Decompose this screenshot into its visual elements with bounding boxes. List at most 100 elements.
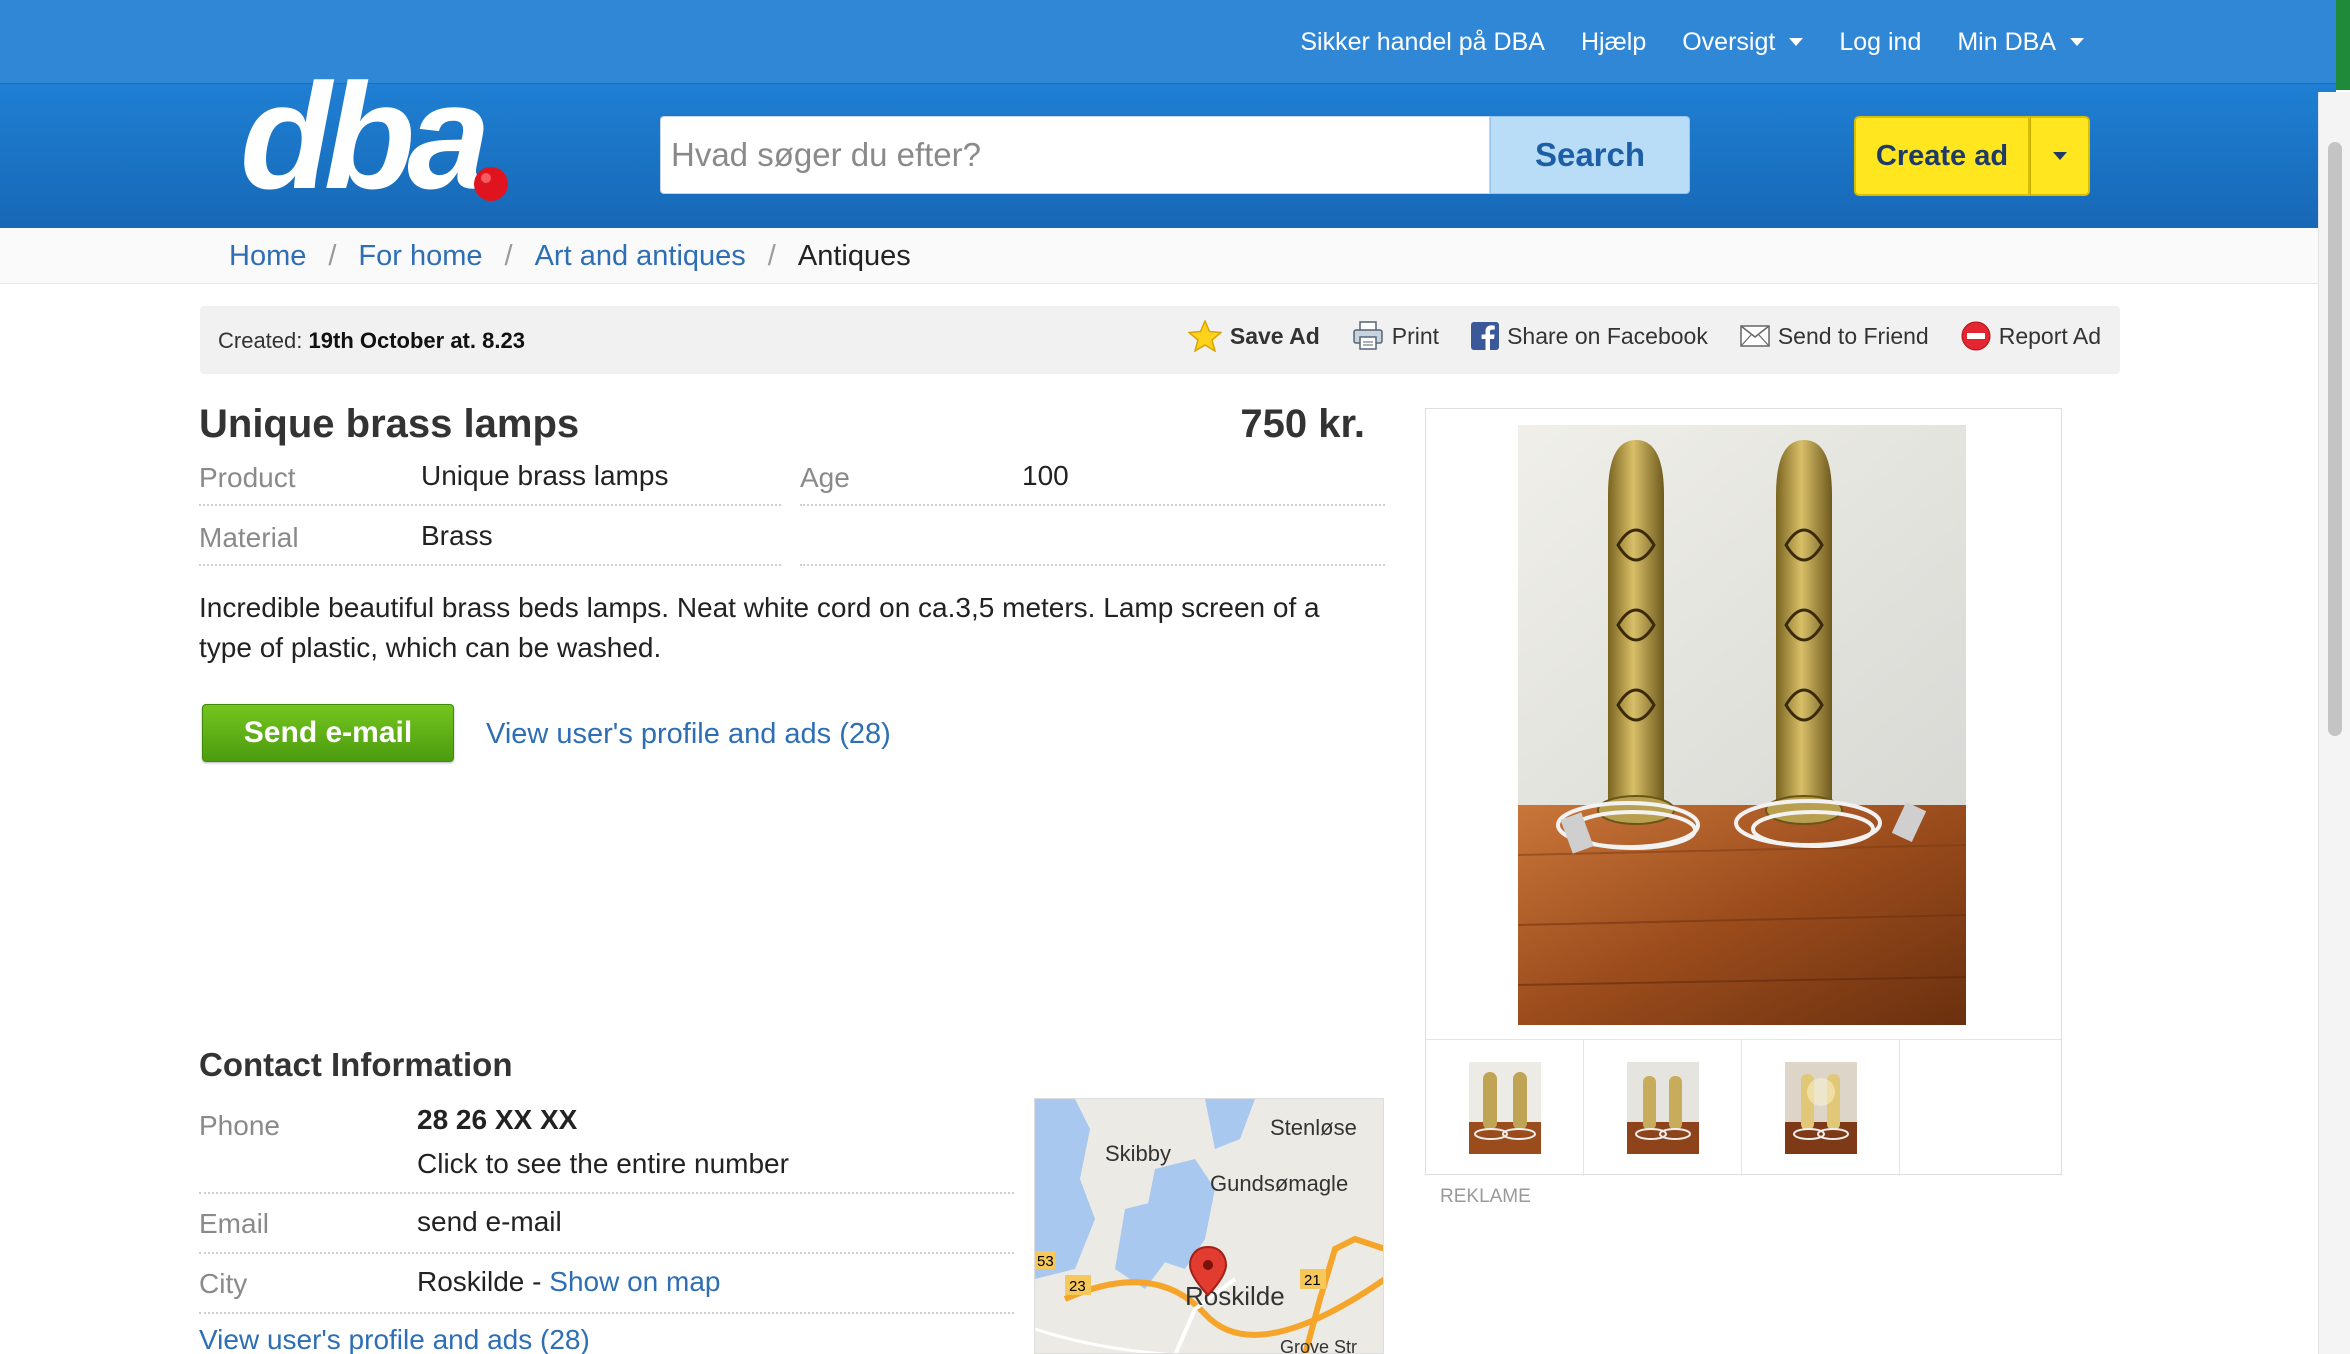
scrollbar-thumb[interactable]: [2328, 142, 2342, 736]
my-dba-label: Min DBA: [1957, 27, 2056, 56]
city-label: City: [199, 1268, 248, 1299]
advertisement-label: REKLAME: [1440, 1186, 1531, 1207]
created-label: Created:: [218, 328, 303, 353]
attr-material-value: Brass: [421, 520, 493, 551]
print-label: Print: [1391, 322, 1440, 349]
city-value: Roskilde - Show on map: [417, 1266, 720, 1298]
thumbnail-image: [1784, 1062, 1857, 1154]
breadcrumb-separator: /: [767, 240, 776, 272]
image-gallery: [1425, 408, 2062, 1176]
breadcrumb: Home / For home / Art and antiques / Ant…: [0, 228, 2318, 284]
save-ad-label: Save Ad: [1229, 322, 1320, 349]
contact-heading: Contact Information: [199, 1046, 513, 1083]
breadcrumb-separator: /: [504, 240, 513, 272]
thumbnail-image: [1626, 1062, 1699, 1154]
breadcrumb-home[interactable]: Home: [229, 240, 306, 273]
logo-dot-highlight: [481, 173, 491, 183]
road-number: 21: [1304, 1272, 1321, 1289]
ad-title: Unique brass lamps: [199, 402, 580, 446]
map-label: Stenløse: [1270, 1115, 1357, 1140]
attr-age-label: Age: [800, 462, 850, 493]
login-link[interactable]: Log ind: [1839, 28, 1921, 57]
chevron-down-icon: [1789, 38, 1804, 46]
print-button[interactable]: Print: [1352, 321, 1439, 351]
share-facebook-button[interactable]: Share on Facebook: [1471, 322, 1708, 350]
window-edge: [2336, 0, 2350, 90]
send-to-friend-button[interactable]: Send to Friend: [1740, 323, 1929, 350]
report-ad-label: Report Ad: [1998, 322, 2101, 349]
thumbnail-2[interactable]: [1584, 1040, 1742, 1176]
create-ad-button[interactable]: Create ad: [1854, 116, 2030, 196]
ad-toolbar: Created: 19th October at. 8.23 Save Ad P…: [200, 306, 2120, 374]
attr-empty: [800, 508, 1385, 566]
thumbnail-strip: [1426, 1039, 2061, 1176]
my-dba-menu[interactable]: Min DBA: [1957, 28, 2084, 57]
user-profile-link-bottom[interactable]: View user's profile and ads (28): [199, 1324, 590, 1354]
attr-age-value: 100: [1022, 460, 1069, 491]
overview-menu[interactable]: Oversigt: [1682, 27, 1804, 57]
thumbnail-1[interactable]: [1426, 1040, 1584, 1176]
attr-material-label: Material: [199, 522, 299, 553]
show-on-map-link[interactable]: Show on map: [549, 1266, 720, 1297]
road-number: 23: [1069, 1278, 1086, 1295]
attr-age: Age 100: [800, 448, 1385, 506]
safe-trade-link[interactable]: Sikker handel på DBA: [1300, 28, 1545, 57]
help-link[interactable]: Hjælp: [1581, 28, 1646, 57]
location-map[interactable]: Skibby Stenløse Gundsømagle Roskilde Gro…: [1034, 1098, 1384, 1354]
contact-city-row: City Roskilde - Show on map: [199, 1254, 1014, 1314]
facebook-icon: [1471, 322, 1500, 350]
chevron-down-icon: [2070, 38, 2084, 46]
logo-dot: [474, 167, 508, 201]
chevron-down-icon: [2052, 152, 2067, 160]
breadcrumb-art-antiques[interactable]: Art and antiques: [535, 240, 746, 273]
breadcrumb-separator: /: [328, 240, 337, 272]
login-label: Log ind: [1839, 27, 1922, 56]
dba-logo[interactable]: dba: [238, 58, 528, 208]
logo-text: dba: [240, 58, 487, 208]
breadcrumb-list: Home / For home / Art and antiques / Ant…: [229, 240, 911, 273]
city-name: Roskilde -: [417, 1266, 550, 1297]
star-icon: [1187, 320, 1222, 352]
overview-label: Oversigt: [1682, 27, 1776, 56]
attr-product-label: Product: [199, 462, 296, 493]
ad-price: 750 kr.: [1240, 402, 1365, 446]
description-line: type of plastic, which can be washed.: [199, 632, 662, 663]
thumbnail-3[interactable]: [1742, 1040, 1900, 1176]
report-icon: [1961, 321, 1991, 351]
send-to-friend-label: Send to Friend: [1777, 322, 1929, 349]
search-button[interactable]: Search: [1490, 116, 1690, 194]
send-email-button[interactable]: Send e-mail: [202, 704, 454, 762]
map-label: Skibby: [1105, 1141, 1171, 1166]
report-ad-button[interactable]: Report Ad: [1961, 321, 2101, 351]
main-photo[interactable]: [1518, 425, 1966, 1025]
map-graphic: Skibby Stenløse Gundsømagle Roskilde Gro…: [1035, 1099, 1383, 1353]
send-email-link[interactable]: send e-mail: [417, 1206, 562, 1238]
search-input[interactable]: Hvad søger du efter?: [660, 116, 1490, 194]
thumbnail-empty: [1900, 1040, 2058, 1176]
thumbnail-image: [1468, 1062, 1541, 1154]
ad-description: Incredible beautiful brass beds lamps. N…: [199, 588, 1399, 668]
user-profile-link[interactable]: View user's profile and ads (28): [486, 718, 891, 751]
attr-material: Material Brass: [199, 508, 781, 566]
top-nav: Sikker handel på DBA Hjælp Oversigt Log …: [1300, 0, 2084, 84]
reveal-phone-link[interactable]: Click to see the entire number: [417, 1148, 789, 1180]
envelope-icon: [1740, 325, 1770, 347]
attr-product-value: Unique brass lamps: [421, 460, 669, 491]
phone-value: 28 26 XX XX: [417, 1104, 578, 1135]
create-ad-dropdown[interactable]: [2030, 116, 2090, 196]
printer-icon: [1353, 321, 1383, 350]
road-number: 53: [1037, 1253, 1054, 1270]
attr-product: Product Unique brass lamps: [199, 448, 781, 506]
page: { "topnav": { "safe_trade": "Sikker hand…: [0, 0, 2350, 1354]
breadcrumb-for-home[interactable]: For home: [358, 240, 482, 273]
created-value: 19th October at. 8.23: [308, 328, 525, 353]
save-ad-button[interactable]: Save Ad: [1187, 320, 1320, 352]
search-placeholder: Hvad søger du efter?: [671, 136, 981, 173]
contact-email-row: Email send e-mail: [199, 1194, 1014, 1254]
help-label: Hjælp: [1580, 27, 1647, 56]
safe-trade-label: Sikker handel på DBA: [1300, 27, 1545, 56]
description-line: Incredible beautiful brass beds lamps. N…: [199, 592, 1320, 623]
share-facebook-label: Share on Facebook: [1507, 322, 1708, 349]
email-label: Email: [199, 1208, 270, 1239]
created-date: Created: 19th October at. 8.23: [218, 328, 525, 354]
